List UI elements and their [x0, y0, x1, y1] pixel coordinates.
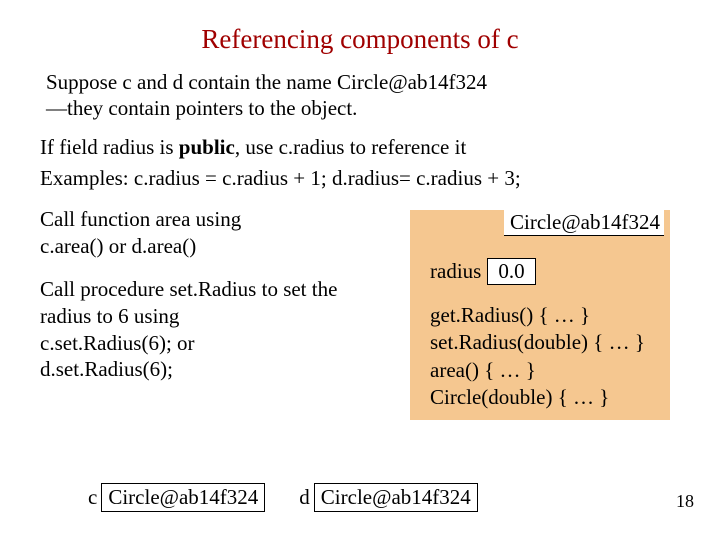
intro-line-1: Suppose c and d contain the name Circle@… — [46, 70, 487, 94]
call-set-3: d.set.Radius(6); — [40, 357, 173, 381]
call-setradius-text: Call procedure set.Radius to set the rad… — [40, 276, 382, 384]
constructor-circle: Circle(double) { … } — [430, 384, 645, 411]
call-set-1: Call procedure set.Radius to set the rad… — [40, 277, 337, 328]
call-area-1: Call function area using — [40, 207, 241, 231]
pointer-refs: c Circle@ab14f324 d Circle@ab14f324 — [88, 483, 478, 512]
field-prefix: If field radius is — [40, 135, 179, 159]
method-getradius: get.Radius() { … } — [430, 302, 645, 329]
var-c-label: c — [88, 485, 97, 510]
call-area-text: Call function area using c.area() or d.a… — [40, 206, 382, 260]
radius-field-value: 0.0 — [487, 258, 535, 285]
radius-row: radius 0.0 — [430, 258, 536, 285]
call-area-2: c.area() or d.area() — [40, 234, 196, 258]
methods-list: get.Radius() { … } set.Radius(double) { … — [430, 302, 645, 411]
method-area: area() { … } — [430, 357, 645, 384]
object-box: Circle@ab14f324 radius 0.0 get.Radius() … — [410, 210, 670, 420]
intro-text: Suppose c and d contain the name Circle@… — [40, 69, 680, 122]
var-d-box: Circle@ab14f324 — [314, 483, 478, 512]
var-c-box: Circle@ab14f324 — [101, 483, 265, 512]
page-number: 18 — [676, 491, 694, 512]
public-keyword: public — [179, 135, 235, 159]
radius-field-label: radius — [430, 259, 481, 284]
examples-line: Examples: c.radius = c.radius + 1; d.rad… — [40, 165, 680, 192]
field-access-line: If field radius is public, use c.radius … — [40, 134, 680, 161]
object-label: Circle@ab14f324 — [504, 210, 664, 236]
slide-title: Referencing components of c — [40, 24, 680, 55]
field-mid: , use c.radius to reference it — [235, 135, 466, 159]
method-setradius: set.Radius(double) { … } — [430, 329, 645, 356]
call-set-2: c.set.Radius(6); or — [40, 331, 195, 355]
var-d-label: d — [299, 485, 310, 510]
intro-line-2: —they contain pointers to the object. — [46, 96, 357, 120]
